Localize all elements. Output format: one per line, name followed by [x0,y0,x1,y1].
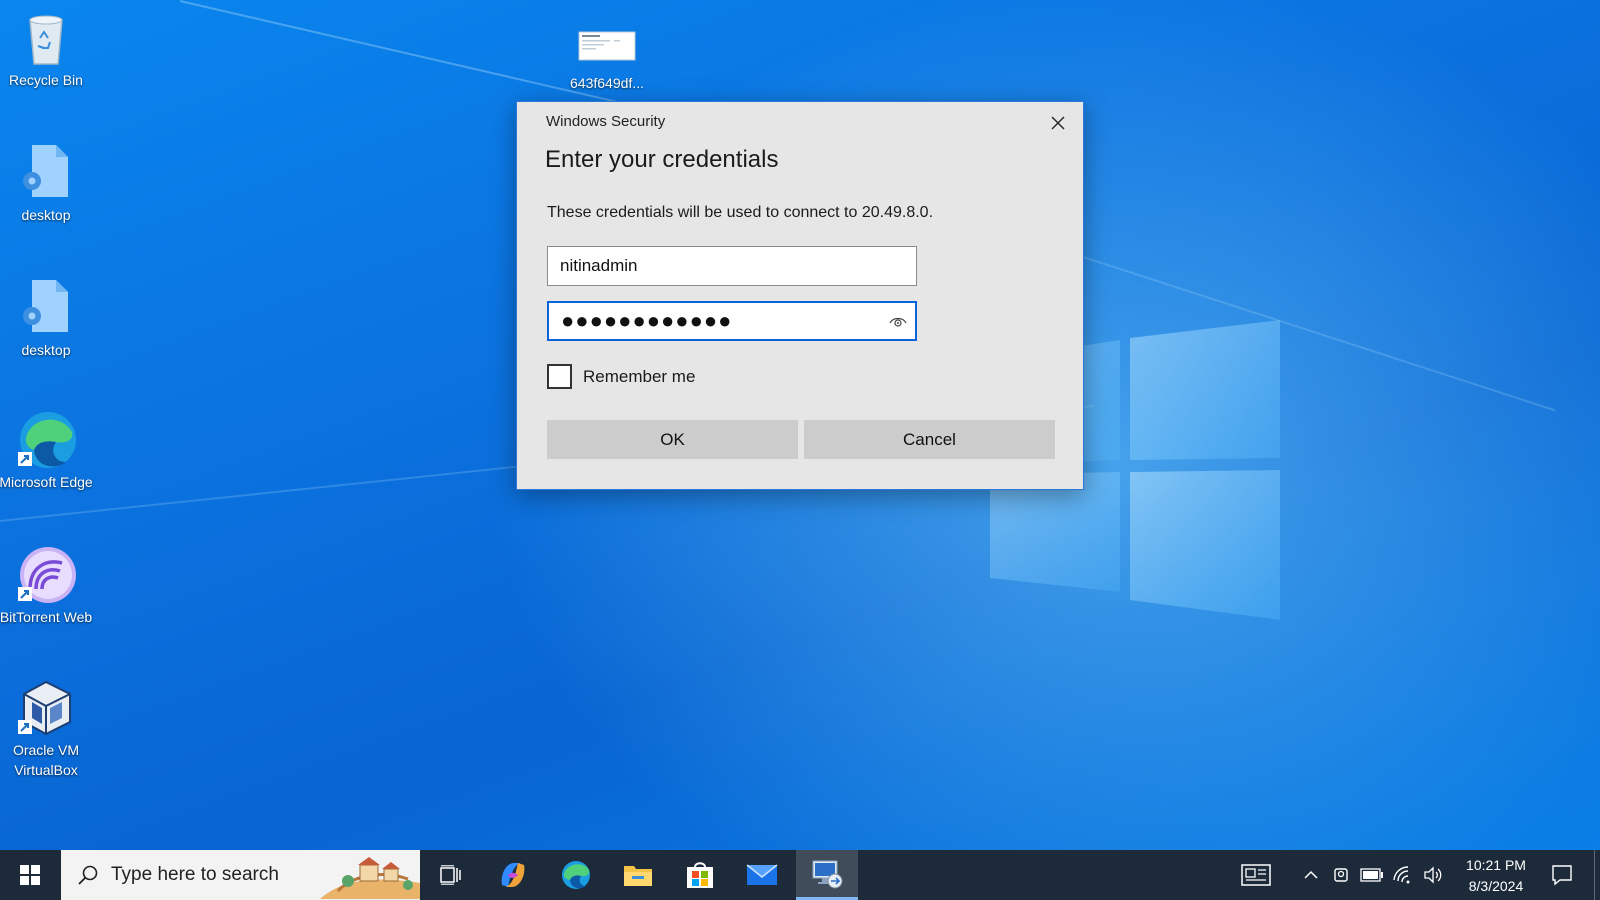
speaker-icon [1424,866,1442,884]
action-center-button[interactable] [1542,850,1582,900]
cancel-button[interactable]: Cancel [804,420,1055,459]
notification-icon [1552,865,1572,886]
recycle-bin-icon [29,15,63,65]
username-value: nitinadmin [560,256,638,275]
copilot-icon [501,863,525,887]
ok-button[interactable]: OK [547,420,798,459]
taskbar-microsoft-store[interactable] [669,850,731,900]
desktop-icon-label: desktop [21,342,71,358]
remote-desktop-icon [812,860,843,888]
taskbar-remote-desktop[interactable] [796,850,858,900]
desktop-icon-label: desktop [21,207,71,223]
file-explorer-icon [624,866,652,886]
task-view-button[interactable] [420,850,482,900]
battery-icon [1360,868,1383,882]
taskbar-edge[interactable] [545,850,607,900]
remember-me-checkbox[interactable] [547,364,572,389]
desktop-icon-desktop-2[interactable]: desktop [0,278,93,360]
desktop-icon-bittorrent-web[interactable]: BitTorrent Web [0,545,93,627]
close-button[interactable] [1041,108,1075,138]
search-highlight-illustration [320,857,420,899]
desktop-icon-file[interactable]: 643f649df... [560,31,654,93]
show-hidden-icons-button[interactable] [1298,850,1324,900]
document-thumbnail-icon [578,31,636,61]
search-icon [78,865,98,885]
desktop-icon-label: Microsoft Edge [0,474,93,490]
desktop-icon-label: Recycle Bin [9,72,83,88]
password-value: ●●●●●●●●●●●● [561,308,733,333]
mail-icon [746,864,778,885]
virtualbox-icon [18,680,71,736]
network-status[interactable] [1390,850,1416,900]
desktop-icon-microsoft-edge[interactable]: Microsoft Edge [0,410,93,492]
clock-date: 8/3/2024 [1468,878,1524,894]
camera-icon [1334,868,1348,882]
wifi-icon [1393,866,1410,884]
settings-file-icon [23,145,68,197]
remember-me-label: Remember me [583,366,696,386]
dialog-heading: Enter your credentials [545,146,779,173]
task-view-icon [440,865,461,885]
remember-me-option[interactable]: Remember me [547,364,695,389]
search-placeholder: Type here to search [111,864,279,885]
battery-status[interactable] [1358,850,1386,900]
credentials-dialog: Windows Security Enter your credentials … [516,101,1084,490]
edge-icon [18,412,76,468]
news-icon [1241,864,1271,886]
clock-time: 10:21 PM [1466,857,1526,873]
desktop-icon-label: Oracle VM VirtualBox [12,742,80,778]
taskbar: Type here to search 10:21 PM 8/3/2024 [0,850,1600,900]
windows-start-icon [20,865,40,885]
desktop-icon-label: 643f649df... [570,75,644,91]
dialog-message: These credentials will be used to connec… [547,204,934,221]
chevron-up-icon [1304,870,1318,879]
dialog-window-title: Windows Security [546,113,666,130]
taskbar-copilot[interactable] [482,850,544,900]
bittorrent-icon [18,547,76,603]
start-button[interactable] [0,850,60,900]
username-field[interactable]: nitinadmin [547,246,917,286]
desktop-icon-oracle-vm-virtualbox[interactable]: Oracle VM VirtualBox [0,678,93,780]
taskbar-clock[interactable]: 10:21 PM 8/3/2024 [1456,855,1536,897]
desktop-icon-recycle-bin[interactable]: Recycle Bin [0,8,93,90]
store-icon [687,862,713,888]
taskbar-mail[interactable] [731,850,793,900]
reveal-password-icon[interactable] [889,314,907,330]
taskbar-search-box[interactable]: Type here to search [61,850,420,900]
settings-file-icon [23,280,68,332]
close-icon [1051,116,1065,130]
desktop-icon-label: BitTorrent Web [0,609,93,625]
news-widget-button[interactable] [1236,850,1276,900]
meet-now-button[interactable] [1328,850,1354,900]
desktop-icon-desktop-1[interactable]: desktop [0,143,93,225]
edge-icon [562,861,590,889]
taskbar-file-explorer[interactable] [607,850,669,900]
show-desktop-button[interactable] [1594,850,1600,900]
volume-control[interactable] [1420,850,1446,900]
password-field[interactable]: ●●●●●●●●●●●● [547,301,917,341]
